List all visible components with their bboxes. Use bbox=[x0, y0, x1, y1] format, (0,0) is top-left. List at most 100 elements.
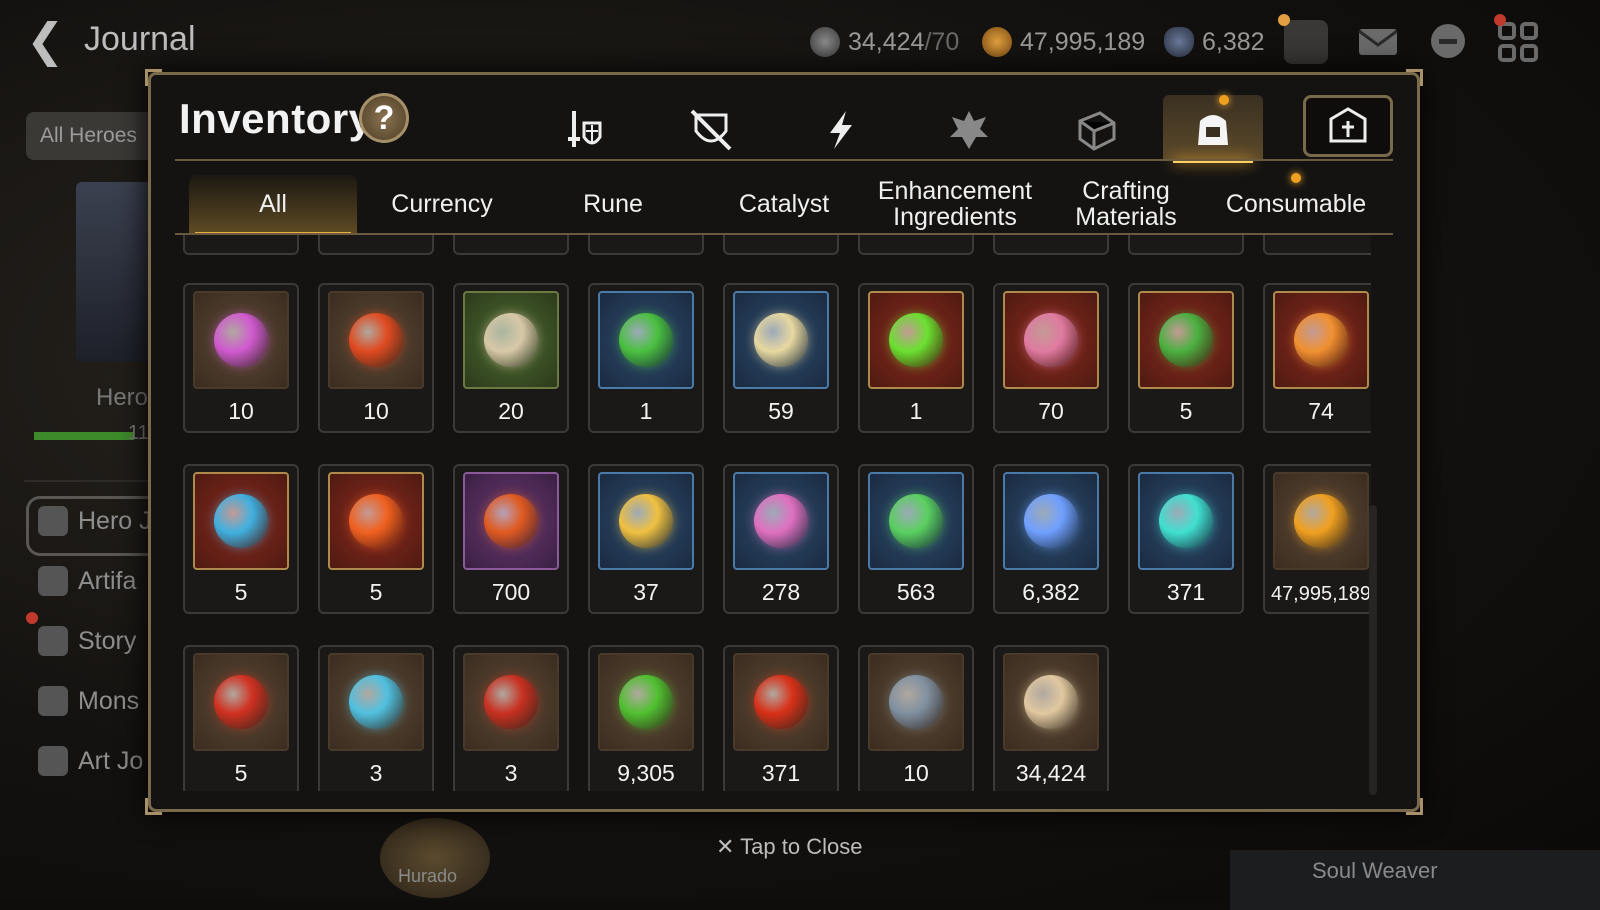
hero-progress-number: 11 bbox=[128, 422, 149, 444]
tab-equipment[interactable] bbox=[535, 95, 631, 165]
inventory-slot[interactable]: 5 bbox=[318, 464, 434, 614]
inventory-slot[interactable]: 371 bbox=[723, 645, 839, 791]
artifact-bolt-icon bbox=[830, 111, 852, 149]
inventory-slot-partial[interactable] bbox=[453, 235, 569, 255]
item-count: 278 bbox=[761, 579, 801, 605]
hero-label: Hero bbox=[96, 384, 149, 411]
inventory-slot-partial[interactable] bbox=[1263, 235, 1371, 255]
item-art bbox=[328, 472, 424, 570]
inventory-slot[interactable]: 700 bbox=[453, 464, 569, 614]
blue-crystal-icon bbox=[1024, 494, 1078, 548]
help-button[interactable]: ? bbox=[359, 93, 409, 143]
inventory-slot[interactable]: 3 bbox=[318, 645, 434, 791]
back-button[interactable]: ❮ bbox=[26, 17, 66, 64]
tab-box[interactable] bbox=[1049, 95, 1145, 165]
inventory-slot[interactable]: 278 bbox=[723, 464, 839, 614]
inventory-slot[interactable]: 5 bbox=[183, 645, 299, 791]
inventory-grid[interactable]: 10 10 20 1 59 1 70 5 74 5 5 700 37 278 563 6,382 371 47,9… bbox=[181, 235, 1371, 791]
inventory-slot[interactable]: 10 bbox=[858, 645, 974, 791]
resource-stamina[interactable]: 34,424 /70 bbox=[810, 22, 959, 62]
item-count: 34,424 bbox=[1015, 760, 1087, 786]
inventory-slot-partial[interactable] bbox=[858, 235, 974, 255]
hero-crest-icon bbox=[38, 506, 68, 536]
soul-weaver-label: Soul Weaver bbox=[1312, 858, 1438, 883]
item-art bbox=[193, 291, 289, 389]
nav-item-story[interactable]: Story bbox=[38, 626, 136, 656]
item-count: 37 bbox=[633, 579, 659, 605]
inventory-slot[interactable]: 1 bbox=[858, 283, 974, 433]
tab-hero[interactable] bbox=[921, 95, 1017, 165]
hero-progress-bar bbox=[34, 432, 134, 440]
chat-icon[interactable] bbox=[1426, 20, 1470, 64]
red-seal-icon bbox=[484, 675, 538, 729]
subtab-crafting-materials[interactable]: Crafting Materials bbox=[1041, 175, 1211, 233]
nav-item-monster[interactable]: Mons bbox=[38, 686, 139, 716]
inventory-slot[interactable]: 371 bbox=[1128, 464, 1244, 614]
item-count: 371 bbox=[761, 760, 801, 786]
new-item-dot bbox=[1219, 95, 1229, 105]
frame-corner bbox=[1406, 69, 1423, 86]
tab-inventory-bag[interactable] bbox=[1163, 95, 1263, 163]
inventory-slot[interactable]: 59 bbox=[723, 283, 839, 433]
nav-item-hero-journal[interactable]: Hero J bbox=[38, 506, 152, 536]
inventory-slot[interactable]: 6,382 bbox=[993, 464, 1109, 614]
scrollbar[interactable] bbox=[1369, 505, 1377, 795]
gold-coin-icon bbox=[982, 27, 1012, 57]
inventory-slot[interactable]: 563 bbox=[858, 464, 974, 614]
inventory-slot[interactable]: 10 bbox=[183, 283, 299, 433]
inventory-slot-partial[interactable] bbox=[1128, 235, 1244, 255]
inventory-slot-partial[interactable] bbox=[183, 235, 299, 255]
shop-icon[interactable] bbox=[1284, 20, 1328, 64]
all-heroes-filter[interactable]: All Heroes bbox=[26, 112, 156, 160]
inventory-slot[interactable]: 3 bbox=[453, 645, 569, 791]
frame-corner bbox=[145, 798, 162, 815]
item-count: 20 bbox=[498, 398, 524, 424]
item-count: 10 bbox=[363, 398, 389, 424]
inventory-slot-partial[interactable] bbox=[723, 235, 839, 255]
subtab-currency[interactable]: Currency bbox=[357, 175, 527, 233]
item-count: 10 bbox=[228, 398, 254, 424]
inventory-slot[interactable]: 70 bbox=[993, 283, 1109, 433]
inventory-slot[interactable]: 74 bbox=[1263, 283, 1371, 433]
inventory-slot[interactable]: 5 bbox=[183, 464, 299, 614]
subtab-rune[interactable]: Rune bbox=[527, 175, 699, 233]
resource-crystal[interactable]: 6,382 bbox=[1164, 22, 1265, 62]
subtab-all[interactable]: All bbox=[189, 175, 357, 235]
item-art bbox=[1273, 472, 1369, 570]
nav-item-artifact[interactable]: Artifa bbox=[38, 566, 136, 596]
nav-label: Mons bbox=[78, 686, 140, 715]
subtab-enhancement-ingredients[interactable]: Enhancement Ingredients bbox=[869, 175, 1041, 233]
tab-unequip[interactable] bbox=[663, 95, 759, 165]
inventory-slot-partial[interactable] bbox=[318, 235, 434, 255]
inventory-slot-partial[interactable] bbox=[993, 235, 1109, 255]
page-title: Journal bbox=[84, 20, 196, 58]
inventory-slot[interactable]: 34,424 bbox=[993, 645, 1109, 791]
inventory-slot[interactable]: 1 bbox=[588, 283, 704, 433]
frame-corner bbox=[1406, 798, 1423, 815]
item-art bbox=[1138, 291, 1234, 389]
inventory-slot[interactable]: 10 bbox=[318, 283, 434, 433]
inventory-slot[interactable]: 47,995,189 bbox=[1263, 464, 1371, 614]
resource-gold[interactable]: 47,995,189 bbox=[982, 22, 1145, 62]
mail-icon[interactable] bbox=[1356, 20, 1400, 64]
item-count: 5 bbox=[234, 760, 248, 786]
item-art bbox=[1138, 472, 1234, 570]
tab-artifact[interactable] bbox=[793, 95, 889, 165]
tab-guild[interactable] bbox=[1303, 95, 1393, 157]
subtab-label: Crafting Materials bbox=[1075, 177, 1177, 231]
item-art bbox=[868, 472, 964, 570]
close-button[interactable]: ✕ Tap to Close bbox=[716, 834, 862, 860]
inventory-slot-partial[interactable] bbox=[588, 235, 704, 255]
inventory-slot[interactable]: 20 bbox=[453, 283, 569, 433]
item-count: 5 bbox=[1179, 398, 1193, 424]
nav-item-art-journal[interactable]: Art Jo bbox=[38, 746, 143, 776]
inventory-slot[interactable]: 9,305 bbox=[588, 645, 704, 791]
flame-crystal-icon bbox=[1294, 313, 1348, 367]
menu-grid-icon[interactable] bbox=[1496, 20, 1540, 64]
inventory-slot[interactable]: 37 bbox=[588, 464, 704, 614]
inventory-slot[interactable]: 5 bbox=[1128, 283, 1244, 433]
subtab-consumable[interactable]: Consumable bbox=[1211, 175, 1381, 233]
item-count: 47,995,189 bbox=[1270, 583, 1371, 605]
subtab-catalyst[interactable]: Catalyst bbox=[699, 175, 869, 233]
notification-dot bbox=[1278, 14, 1290, 26]
